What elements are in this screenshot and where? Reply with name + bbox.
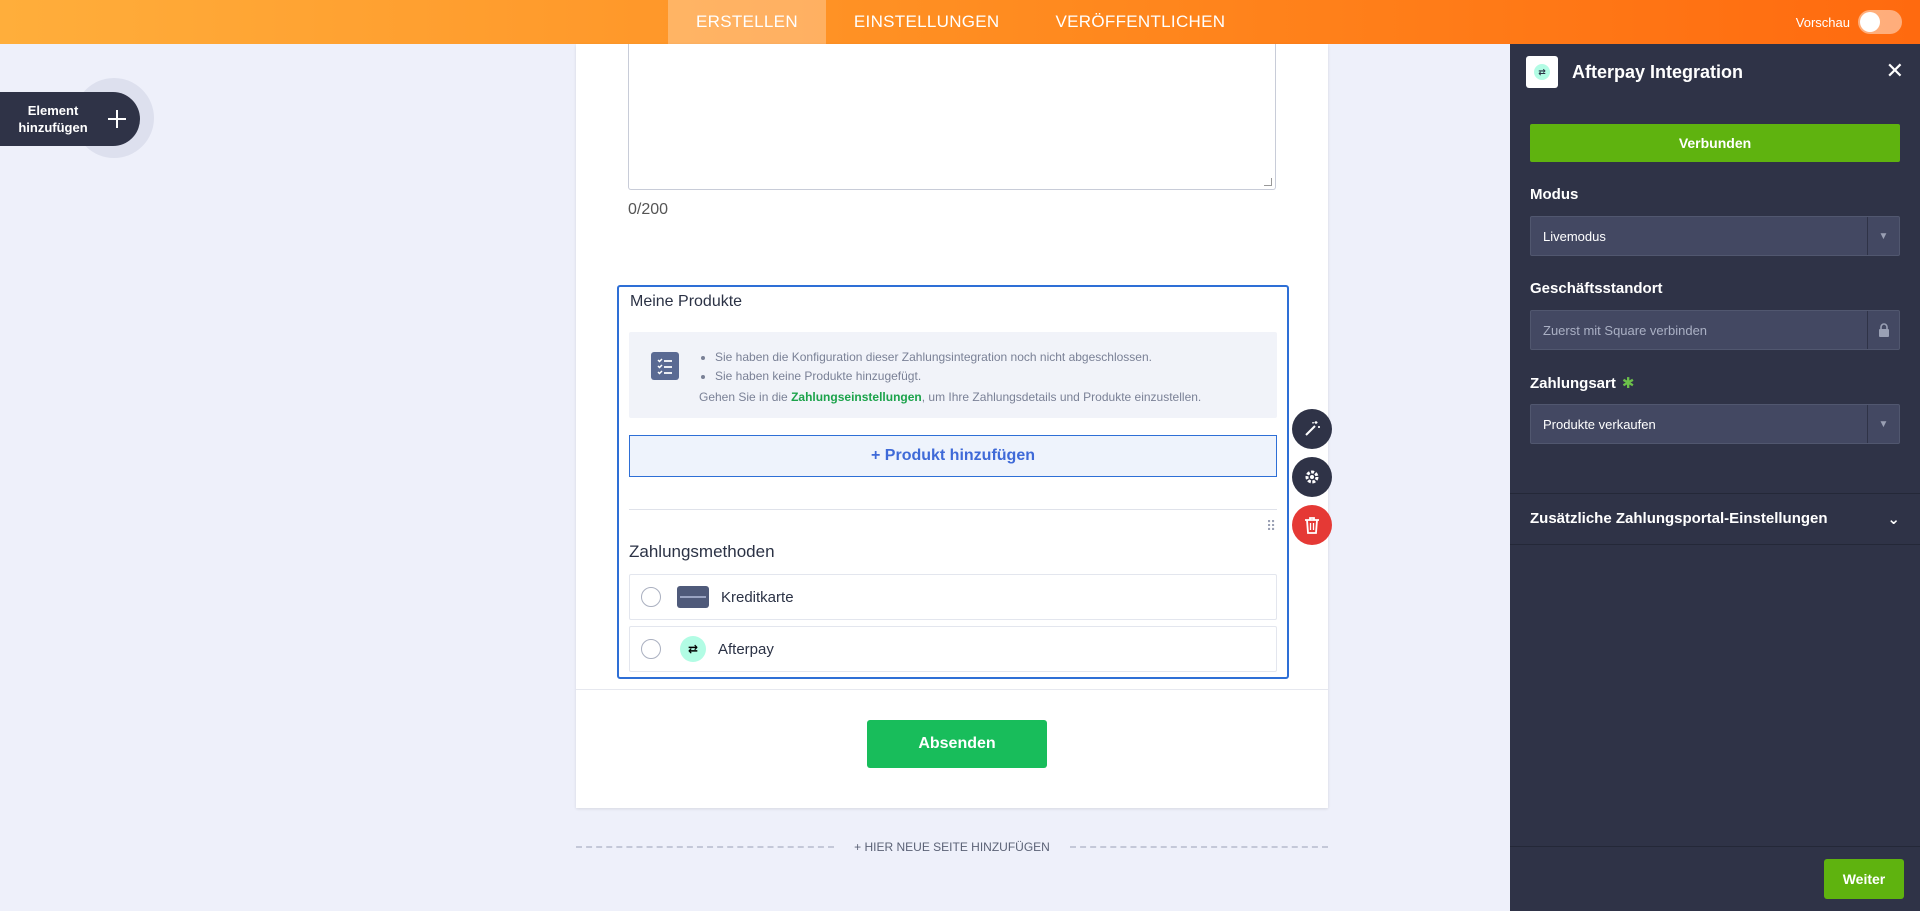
payment-type-select[interactable]: Produkte verkaufen ▼ bbox=[1530, 404, 1900, 444]
form-card: 0/200 Meine Produkte Sie haben die Konfi… bbox=[576, 44, 1332, 808]
panel-divider bbox=[1510, 544, 1920, 545]
close-icon[interactable]: ✕ bbox=[1886, 58, 1904, 84]
dashed-line bbox=[576, 846, 835, 848]
preview-toggle-group: Vorschau bbox=[1796, 10, 1902, 34]
next-button[interactable]: Weiter bbox=[1824, 859, 1904, 899]
preview-toggle[interactable] bbox=[1858, 10, 1902, 34]
configuration-notice: Sie haben die Konfiguration dieser Zahlu… bbox=[629, 332, 1277, 418]
chevron-down-icon: ⌄ bbox=[1887, 511, 1900, 528]
magic-wand-button[interactable] bbox=[1292, 409, 1332, 449]
tab-veroeffentlichen[interactable]: VERÖFFENTLICHEN bbox=[1028, 0, 1254, 44]
mode-label: Modus bbox=[1530, 186, 1579, 203]
text-area-field[interactable] bbox=[628, 44, 1276, 190]
notice-hint: Gehen Sie in die Zahlungseinstellungen, … bbox=[699, 390, 1201, 404]
hint-prefix: Gehen Sie in die bbox=[699, 390, 792, 404]
business-location-select[interactable]: Zuerst mit Square verbinden bbox=[1530, 310, 1900, 350]
product-section-title: Meine Produkte bbox=[630, 293, 743, 310]
panel-header: ⇄ Afterpay Integration ✕ bbox=[1510, 44, 1920, 100]
builder-tabs: ERSTELLEN EINSTELLUNGEN VERÖFFENTLICHEN bbox=[668, 0, 1253, 44]
notice-list: Sie haben die Konfiguration dieser Zahlu… bbox=[699, 348, 1152, 386]
business-location-placeholder: Zuerst mit Square verbinden bbox=[1543, 322, 1708, 338]
add-element-button[interactable]: Element hinzufügen bbox=[0, 92, 140, 146]
payment-type-label: Zahlungsart ✱ bbox=[1530, 374, 1634, 392]
afterpay-icon: ⇄ bbox=[1534, 64, 1550, 80]
add-product-button[interactable]: + Produkt hinzufügen bbox=[629, 435, 1277, 477]
panel-title: Afterpay Integration bbox=[1572, 61, 1744, 82]
payment-method-label: Kreditkarte bbox=[721, 588, 794, 606]
product-list-element[interactable]: Meine Produkte Sie haben die Konfigurati… bbox=[617, 285, 1289, 679]
lock-icon bbox=[1867, 311, 1899, 349]
mode-select[interactable]: Livemodus ▼ bbox=[1530, 216, 1900, 256]
additional-settings-label: Zusätzliche Zahlungsportal-Einstellungen bbox=[1530, 510, 1828, 527]
tab-einstellungen[interactable]: EINSTELLUNGEN bbox=[826, 0, 1028, 44]
afterpay-logo: ⇄ bbox=[1526, 56, 1558, 88]
credit-card-icon bbox=[677, 586, 709, 608]
trash-icon bbox=[1305, 517, 1319, 534]
submit-button[interactable]: Absenden bbox=[867, 720, 1047, 768]
business-location-label: Geschäftsstandort bbox=[1530, 280, 1663, 297]
top-navigation-bar: ERSTELLEN EINSTELLUNGEN VERÖFFENTLICHEN … bbox=[0, 0, 1920, 44]
add-new-page-button[interactable]: + HIER NEUE SEITE HINZUFÜGEN bbox=[834, 840, 1070, 854]
notice-item: Sie haben die Konfiguration dieser Zahlu… bbox=[715, 348, 1152, 367]
payment-type-text: Zahlungsart bbox=[1530, 375, 1616, 392]
magic-wand-icon bbox=[1305, 421, 1320, 436]
hint-suffix: , um Ihre Zahlungsdetails und Produkte e… bbox=[921, 390, 1202, 404]
delete-button[interactable] bbox=[1292, 505, 1332, 545]
character-counter: 0/200 bbox=[628, 201, 669, 218]
checklist-icon bbox=[651, 352, 679, 380]
connected-button[interactable]: Verbunden bbox=[1530, 124, 1900, 162]
radio-button[interactable] bbox=[641, 639, 661, 659]
resize-handle[interactable] bbox=[1264, 178, 1272, 186]
payment-method-afterpay[interactable]: ⇄ Afterpay bbox=[629, 626, 1277, 672]
integration-panel: ⇄ Afterpay Integration ✕ Verbunden Modus… bbox=[1510, 44, 1920, 911]
add-element-label: Element hinzufügen bbox=[18, 103, 88, 135]
settings-button[interactable] bbox=[1292, 457, 1332, 497]
payment-methods-title: Zahlungsmethoden bbox=[629, 542, 775, 561]
radio-button[interactable] bbox=[641, 587, 661, 607]
payment-method-credit-card[interactable]: Kreditkarte bbox=[629, 574, 1277, 620]
mode-value: Livemodus bbox=[1543, 228, 1606, 244]
dashed-line bbox=[1069, 846, 1329, 848]
panel-footer-divider bbox=[1510, 846, 1920, 847]
chevron-down-icon: ▼ bbox=[1867, 217, 1899, 255]
payment-settings-link[interactable]: Zahlungseinstellungen bbox=[791, 390, 922, 404]
panel-divider bbox=[1510, 493, 1920, 494]
add-new-page: + HIER NEUE SEITE HINZUFÜGEN bbox=[576, 840, 1329, 854]
toggle-knob bbox=[1860, 12, 1880, 32]
section-divider bbox=[629, 509, 1277, 510]
footer-divider bbox=[576, 689, 1328, 690]
required-star-icon: ✱ bbox=[1621, 375, 1635, 392]
payment-method-label: Afterpay bbox=[718, 640, 774, 658]
chevron-down-icon: ▼ bbox=[1867, 405, 1899, 443]
payment-type-value: Produkte verkaufen bbox=[1543, 416, 1656, 432]
plus-icon bbox=[108, 110, 126, 128]
tab-erstellen[interactable]: ERSTELLEN bbox=[668, 0, 826, 44]
gear-icon bbox=[1305, 470, 1319, 484]
notice-item: Sie haben keine Produkte hinzugefügt. bbox=[715, 367, 1152, 386]
afterpay-icon: ⇄ bbox=[680, 636, 706, 662]
drag-handle-icon[interactable]: ⠿ bbox=[1266, 518, 1276, 535]
additional-settings-toggle[interactable]: Zusätzliche Zahlungsportal-Einstellungen… bbox=[1530, 510, 1900, 528]
preview-label: Vorschau bbox=[1795, 14, 1850, 30]
